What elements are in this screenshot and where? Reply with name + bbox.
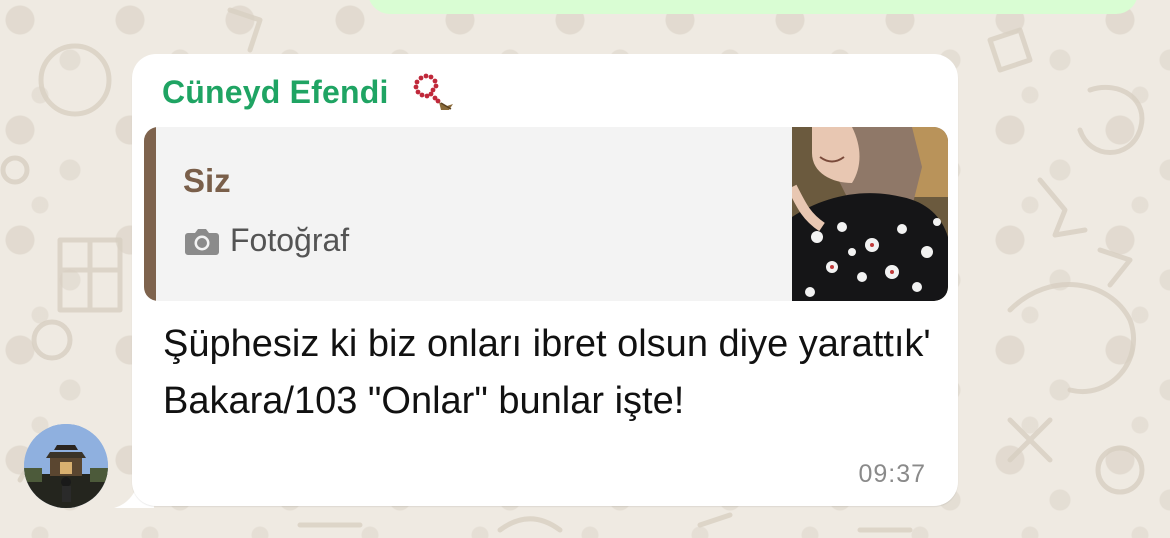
prayer-beads-icon (413, 73, 453, 110)
camera-icon (185, 228, 219, 255)
quoted-photo-thumbnail[interactable] (792, 127, 948, 301)
sender-avatar[interactable] (24, 424, 108, 508)
quoted-media-label: Fotoğraf (230, 222, 350, 258)
message-timestamp: 09:37 (858, 460, 926, 488)
thumbnail-image (792, 127, 948, 301)
quoted-author: Siz (183, 162, 231, 199)
quoted-message[interactable]: Siz Fotoğraf (144, 127, 948, 301)
avatar-image (24, 424, 108, 508)
incoming-message-bubble[interactable]: Cüneyd Efendi Siz Fotoğraf Şüphesiz ki b… (132, 54, 958, 506)
quote-accent-bar (144, 127, 156, 301)
sender-name[interactable]: Cüneyd Efendi (162, 74, 389, 111)
sender-row: Cüneyd Efendi (162, 72, 455, 112)
message-text: Şüphesiz ki biz onları ibret olsun diye … (163, 323, 931, 422)
previous-outgoing-message[interactable] (368, 0, 1138, 14)
quoted-media-row: Fotoğraf (184, 222, 349, 259)
